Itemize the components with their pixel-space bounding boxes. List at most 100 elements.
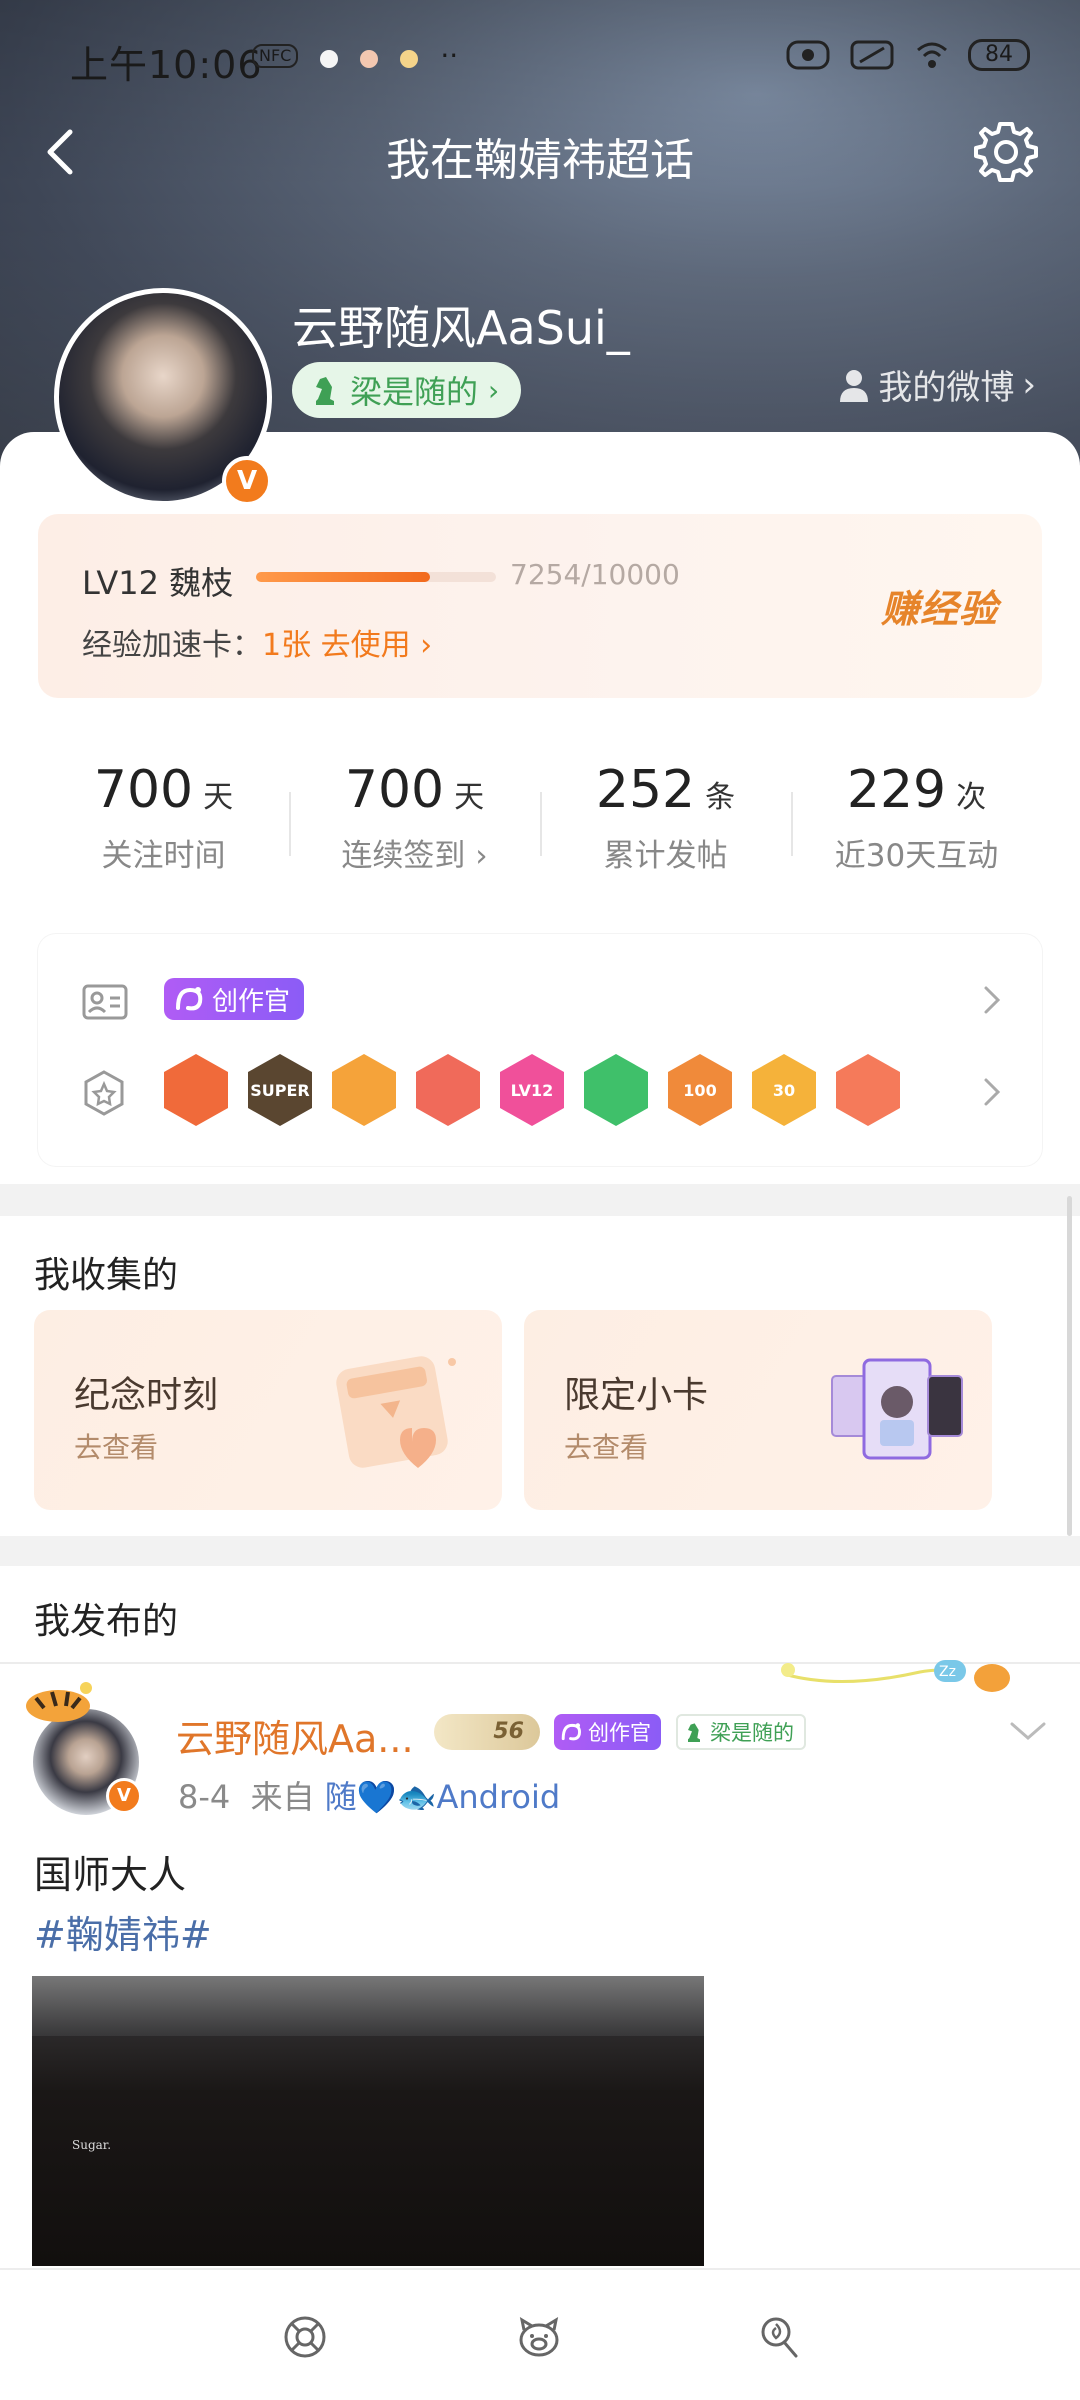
lifebuoy-icon[interactable] [282,2314,328,2360]
medal-badge-icon [416,1054,480,1126]
stat-value: 700 [93,760,194,820]
limited-cards-card[interactable]: 限定小卡 去查看 [524,1310,992,1510]
bottom-tab-bar [0,2268,1080,2400]
chess-knight-icon [316,377,334,405]
medal-badge-icon [332,1054,396,1126]
pig-face-icon[interactable] [516,2314,562,2360]
post-meta: 8-4 来自 随💙🐟Android [178,1772,560,1818]
chevron-right-icon: › [410,628,433,663]
id-card-icon [82,984,128,1020]
chevron-down-icon[interactable] [1008,1718,1048,1744]
page-title: 我在鞠婧祎超话 [386,135,694,186]
stat-label: 连续签到 › [341,838,488,874]
group-tag-label: 梁是随的 [710,1721,794,1745]
creator-tag: 创作官 [554,1714,661,1750]
status-bar: 上午10:06 NFC ·· 84 [0,0,1080,120]
card-title: 纪念时刻 [74,1375,219,1416]
verified-badge-icon: V [222,456,272,506]
my-weibo-label: 我的微博 [878,368,1015,408]
experience-card[interactable]: LV12 魏枝 7254/10000 经验加速卡：1张 去使用 › 赚经验 [38,514,1042,698]
medal-icon [84,1070,124,1116]
group-tag: 梁是随的 [676,1714,806,1750]
app-notification-icon [320,50,339,68]
svg-text:Zz: Zz [939,1664,956,1680]
experience-progress-bar [256,572,496,582]
speed-card-use[interactable]: 1张 去使用 [262,628,411,663]
experience-count: 7254/10000 [510,558,680,591]
section-title: 我收集的 [34,1255,179,1296]
post-image[interactable]: Sugar. [32,1976,704,2266]
medals-list[interactable]: SUPER LV12 100 30 [164,1054,900,1126]
person-icon [840,369,869,402]
image-caption: Sugar. [72,2138,112,2152]
medal-badge-icon: 30 [752,1054,816,1126]
post-from-label: 来自 [250,1778,315,1816]
creator-tag-label: 创作官 [588,1721,651,1745]
status-left-icons: NFC ·· [252,39,459,72]
section-divider [0,1184,1080,1216]
stats-row: 700 天 关注时间 700 天 连续签到 › 252 条 累计发帖 229 次 近30… [38,724,1042,914]
post-source[interactable]: 随💙🐟Android [325,1778,560,1816]
stat-checkin-days[interactable]: 700 天 连续签到 › [289,724,540,914]
medal-badge-icon: SUPER [248,1054,312,1126]
medal-badge-icon [164,1054,228,1126]
experience-progress-fill [256,572,431,582]
level-badge: 56 [434,1714,540,1750]
memorial-moments-card[interactable]: 纪念时刻 去查看 [34,1310,502,1510]
profile-avatar[interactable]: V [54,288,272,506]
sim-icon [850,40,894,70]
stat-unit: 天 [454,780,485,815]
battery-indicator: 84 [968,39,1030,71]
scrollbar[interactable] [1067,1196,1072,1536]
medal-badge-icon: 100 [668,1054,732,1126]
creator-tag-label: 创作官 [212,986,291,1017]
section-divider [0,1536,1080,1566]
chevron-right-icon[interactable] [980,1074,1004,1110]
status-time: 上午10:06 [70,43,263,87]
section-title: 我发布的 [34,1601,179,1642]
photo-cards-illustration [831,1358,963,1460]
tiger-hat-decoration-icon [26,1682,92,1722]
stat-label: 关注时间 [101,838,226,874]
signal-icon [786,40,830,70]
earn-experience-button[interactable]: 赚经验 [881,578,998,633]
stat-posts: 252 条 累计发帖 [540,724,791,914]
top-nav: 我在鞠婧祎超话 [0,110,1080,200]
card-subtitle: 去查看 [564,1431,649,1464]
level-label: LV12 魏枝 [82,564,234,602]
group-tag-label: 梁是随的 [350,373,479,411]
chevron-right-icon: › [1022,364,1036,405]
stat-value: 229 [846,760,947,820]
settings-gear-icon[interactable] [970,116,1042,188]
post-date: 8-4 [178,1778,231,1816]
nfc-icon: NFC [252,44,299,68]
post-author-name[interactable]: 云野随风Aa... [176,1708,414,1763]
card-title: 限定小卡 [564,1375,709,1416]
badges-card: 创作官 SUPER LV12 100 30 [38,934,1042,1166]
group-tag-pill[interactable]: 梁是随的 › [292,362,522,418]
more-dots-icon: ·· [440,39,459,72]
stat-follow-days: 700 天 关注时间 [38,724,289,914]
stat-interactions: 229 次 近30天互动 [791,724,1042,914]
medal-badge-icon: LV12 [500,1054,564,1126]
sleeping-cat-decoration-icon: Zz [781,1660,1010,1692]
verified-badge-icon: V [106,1778,142,1814]
creator-tag[interactable]: 创作官 [164,978,305,1020]
card-subtitle: 去查看 [74,1431,159,1464]
speed-card-row[interactable]: 经验加速卡：1张 去使用 › [82,620,432,664]
chevron-right-icon[interactable] [980,982,1004,1018]
my-weibo-link[interactable]: 我的微博 › [838,360,1036,409]
post-hashtag-link[interactable]: #鞠婧祎# [34,1904,212,1959]
stat-unit: 次 [956,780,987,815]
status-right-icons: 84 [786,38,1030,72]
profile-username: 云野随风AaSui_ [292,301,630,355]
collected-section: 我收集的 纪念时刻 去查看 限定小卡 去查看 [0,1216,1080,1536]
speed-card-label: 经验加速卡： [82,628,262,663]
stat-unit: 天 [203,780,234,815]
creator-logo-icon [176,987,203,1011]
chevron-right-icon: › [488,373,500,407]
app-notification-icon [400,50,419,68]
medal-badge-icon [584,1054,648,1126]
lollipop-icon[interactable] [756,2314,802,2360]
medal-badge-icon [836,1054,900,1126]
